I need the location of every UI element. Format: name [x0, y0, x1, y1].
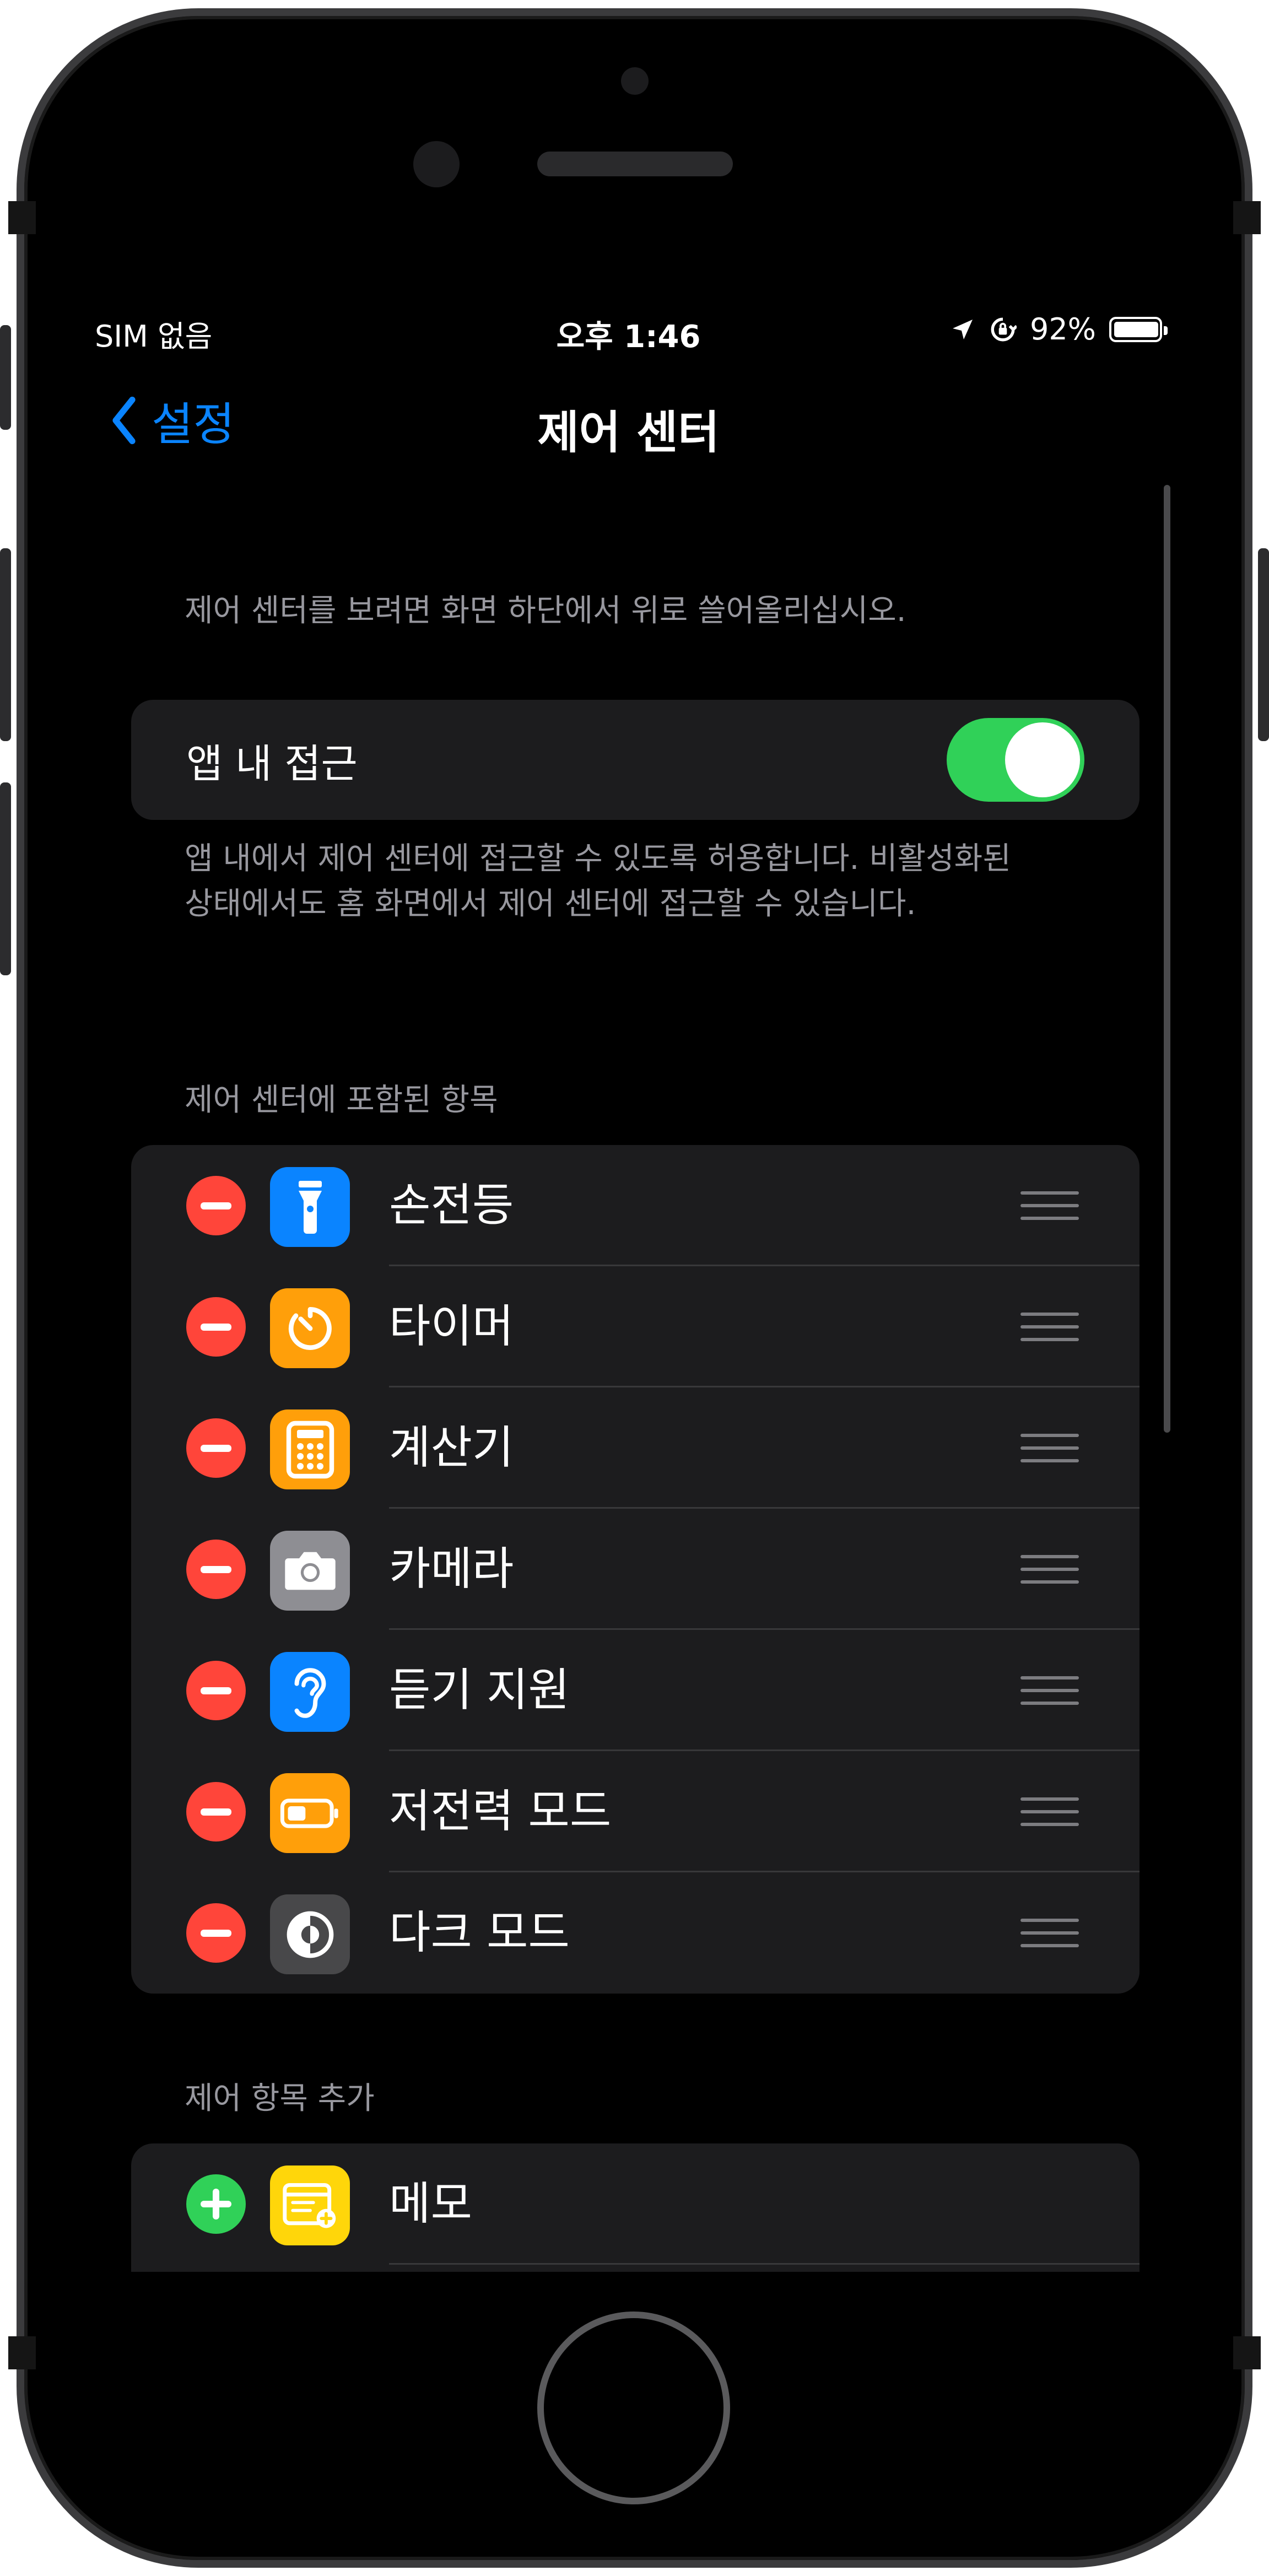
- front-camera: [413, 141, 460, 187]
- flashlight-icon: [270, 1167, 350, 1247]
- calculator-icon: [270, 1409, 350, 1489]
- access-footer-line-1: 앱 내에서 제어 센터에 접근할 수 있도록 허용합니다. 비활성화된: [185, 841, 1011, 877]
- control-row-notes: 메모: [131, 2143, 1140, 2265]
- remove-button[interactable]: [186, 1903, 246, 1963]
- remove-button[interactable]: [186, 1661, 246, 1720]
- remove-button[interactable]: [186, 1176, 246, 1235]
- remove-button[interactable]: [186, 1782, 246, 1841]
- reorder-handle[interactable]: [1020, 1555, 1079, 1584]
- volume-up-button[interactable]: [0, 548, 11, 741]
- battery-icon: [1109, 316, 1168, 342]
- remove-button[interactable]: [186, 1418, 246, 1478]
- location-arrow-icon: [952, 319, 973, 339]
- in-app-access-group: 앱 내 접근: [131, 700, 1140, 820]
- control-row-low-power: 저전력 모드: [131, 1751, 1140, 1872]
- page-title: 제어 센터: [537, 407, 720, 459]
- battery-level: [1114, 321, 1158, 337]
- control-label: 타이머: [389, 1300, 514, 1353]
- reorder-handle[interactable]: [1020, 1434, 1079, 1462]
- intro-hint: 제어 센터를 보려면 화면 하단에서 위로 쓸어올리십시오.: [185, 593, 906, 629]
- in-app-access-row: 앱 내 접근: [131, 700, 1140, 820]
- low-power-battery-icon: [270, 1773, 350, 1853]
- access-footer: 앱 내에서 제어 센터에 접근할 수 있도록 허용합니다. 비활성화된 상태에서…: [185, 836, 1011, 927]
- control-row-dark-mode: 다크 모드: [131, 1872, 1140, 1994]
- reorder-handle[interactable]: [1020, 1313, 1079, 1341]
- remove-button[interactable]: [186, 1297, 246, 1357]
- control-row-flashlight: 손전등: [131, 1145, 1140, 1266]
- dark-mode-icon: [270, 1894, 350, 1974]
- volume-down-button[interactable]: [0, 782, 11, 975]
- more-controls-header: 제어 항목 추가: [185, 2081, 375, 2116]
- antenna-band: [8, 2336, 36, 2369]
- more-controls-list: 메모: [131, 2143, 1140, 2272]
- control-row-camera: 카메라: [131, 1509, 1140, 1630]
- power-button[interactable]: [1258, 548, 1269, 741]
- notes-icon: [270, 2165, 350, 2245]
- proximity-sensor: [621, 67, 649, 95]
- in-app-access-toggle[interactable]: [947, 718, 1084, 802]
- reorder-handle[interactable]: [1020, 1797, 1079, 1826]
- control-label: 손전등: [389, 1179, 514, 1232]
- antenna-band: [8, 201, 36, 234]
- battery-percent: 92%: [1029, 312, 1096, 347]
- add-button[interactable]: [186, 2174, 246, 2234]
- status-bar: SIM 없음 오후 1:46 92%: [75, 302, 1181, 363]
- control-label: 카메라: [389, 1543, 514, 1595]
- control-row-partial: [131, 2265, 1140, 2272]
- control-row-hearing: 듣기 지원: [131, 1630, 1140, 1751]
- access-footer-line-2: 상태에서도 홈 화면에서 제어 센터에 접근할 수 있습니다.: [185, 886, 916, 922]
- ear-icon: [270, 1652, 350, 1732]
- included-section-header: 제어 센터에 포함된 항목: [185, 1082, 498, 1118]
- mute-switch[interactable]: [0, 325, 11, 430]
- included-controls-list: 손전등 타이머 계산기 카메라 듣기 지원 저전력 모드 다크 모드: [131, 1145, 1140, 1994]
- control-label: 다크 모드: [389, 1907, 570, 1959]
- antenna-band: [1233, 201, 1261, 234]
- scroll-indicator[interactable]: [1164, 485, 1170, 1433]
- reorder-handle[interactable]: [1020, 1191, 1079, 1220]
- remove-button[interactable]: [186, 1540, 246, 1599]
- toggle-knob: [1005, 722, 1080, 797]
- in-app-access-label: 앱 내 접근: [186, 740, 358, 787]
- screen: SIM 없음 오후 1:46 92% 설정 제어 센터 제어 센터를 보려면 화…: [75, 302, 1181, 2272]
- navigation-bar: 설정 제어 센터: [75, 379, 1181, 459]
- control-row-calculator: 계산기: [131, 1387, 1140, 1509]
- control-label: 메모: [389, 2178, 472, 2230]
- control-row-timer: 타이머: [131, 1266, 1140, 1387]
- timer-icon: [270, 1288, 350, 1368]
- camera-icon: [270, 1531, 350, 1611]
- earpiece-speaker: [537, 152, 733, 176]
- control-label: 계산기: [389, 1422, 514, 1474]
- control-label: 듣기 지원: [389, 1664, 570, 1716]
- reorder-handle[interactable]: [1020, 1919, 1079, 1947]
- home-button[interactable]: [537, 2312, 730, 2504]
- reorder-handle[interactable]: [1020, 1676, 1079, 1705]
- status-right: 92%: [949, 312, 1168, 347]
- control-label: 저전력 모드: [389, 1785, 612, 1838]
- antenna-band: [1233, 2336, 1261, 2369]
- orientation-lock-icon: [991, 317, 1017, 341]
